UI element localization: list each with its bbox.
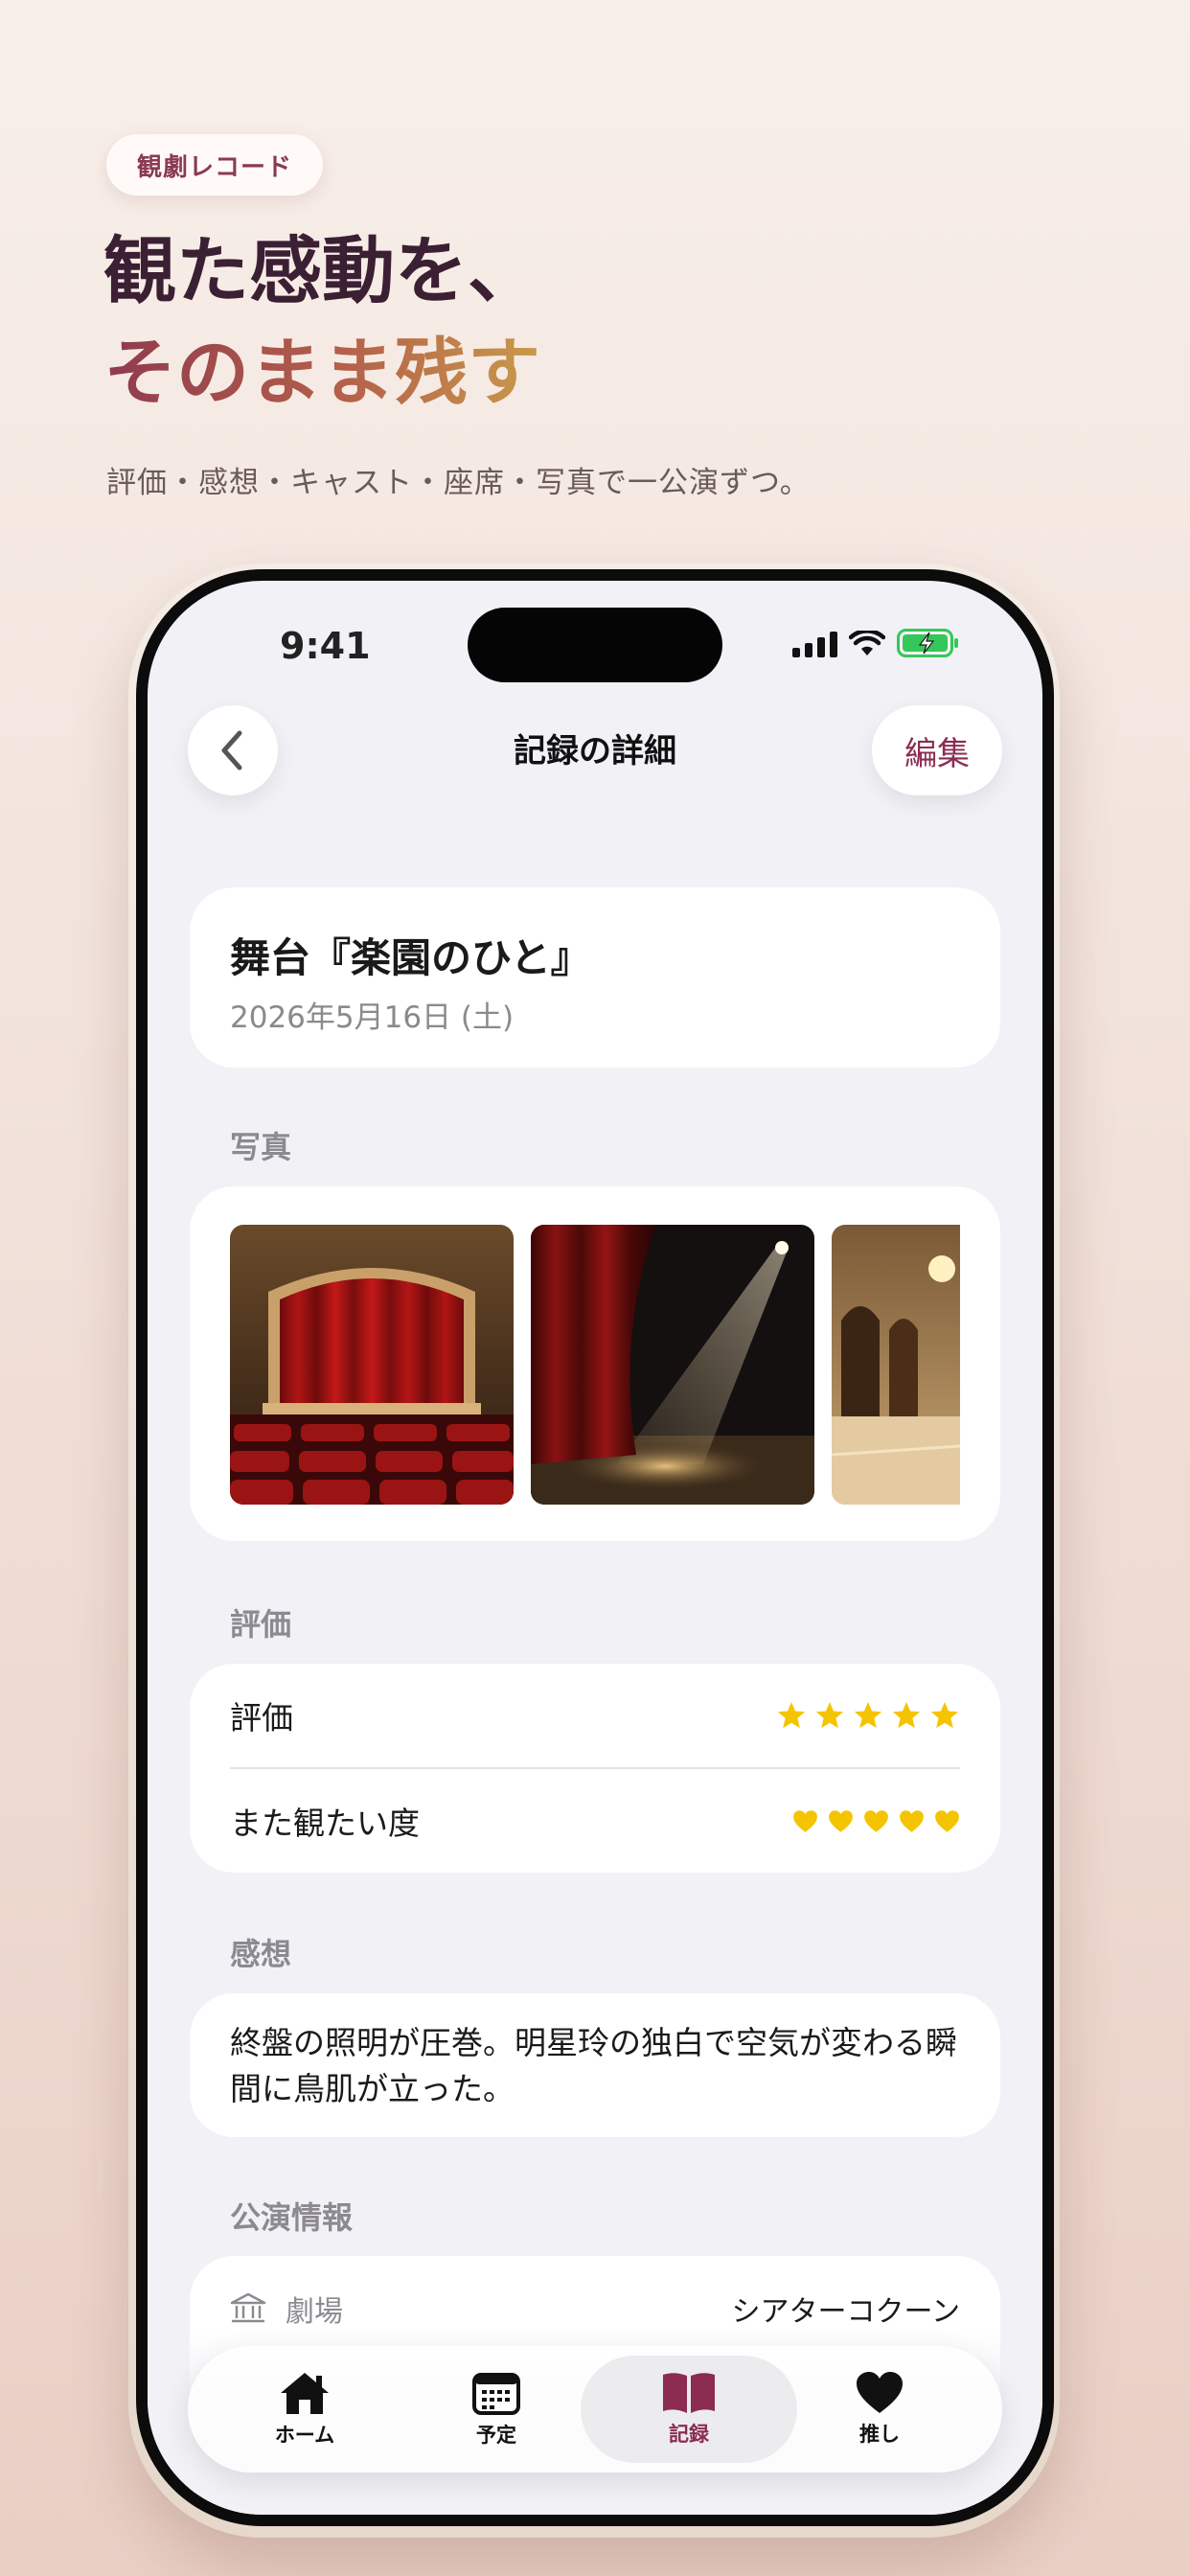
photo-theater-stage[interactable] xyxy=(230,1225,514,1505)
dynamic-island xyxy=(468,608,722,682)
info-section-label: 公演情報 xyxy=(230,2199,354,2236)
photo-carousel[interactable] xyxy=(230,1225,960,1505)
star-icon xyxy=(930,1702,959,1729)
calendar-icon xyxy=(472,2373,520,2415)
tab-bar: ホーム 予定 記録 推し xyxy=(188,2346,1002,2472)
wifi-icon xyxy=(849,631,885,656)
photos-section-label: 写真 xyxy=(230,1129,292,1165)
phone-screen: 9:41 記録の詳細 編集 舞台『楽園のひと』 2026年5月16日 (土) 写… xyxy=(148,581,1042,2515)
cellular-signal-icon xyxy=(792,631,837,657)
show-title-card: 舞台『楽園のひと』 2026年5月16日 (土) xyxy=(190,887,1000,1068)
rating-row: 評価 xyxy=(230,1664,960,1767)
heart-small-icon xyxy=(793,1809,817,1832)
book-icon xyxy=(663,2373,715,2413)
photo-grand-lobby[interactable] xyxy=(832,1225,960,1505)
show-date: 2026年5月16日 (土) xyxy=(230,1000,515,1035)
building-columns-icon xyxy=(230,2292,266,2323)
heart-icon xyxy=(857,2372,903,2413)
headline-line-2: そのまま残す xyxy=(103,322,540,424)
star-icon xyxy=(777,1702,806,1729)
battery-charging-icon xyxy=(897,629,958,657)
house-icon xyxy=(281,2373,329,2414)
impression-card: 終盤の照明が圧巻。明星玲の独白で空気が変わる瞬間に鳥肌が立った。 xyxy=(190,1993,1000,2137)
venue-label: 劇場 xyxy=(286,2295,343,2329)
impression-section-label: 感想 xyxy=(230,1936,292,1972)
impression-text: 終盤の照明が圧巻。明星玲の独白で空気が変わる瞬間に鳥肌が立った。 xyxy=(230,2024,957,2107)
headline-line-1: 観た感動を、 xyxy=(103,228,540,313)
status-time: 9:41 xyxy=(280,625,371,667)
tab-schedule[interactable]: 予定 xyxy=(400,2346,592,2472)
rating-card: 評価 また観たい度 xyxy=(190,1664,1000,1873)
heart-rating[interactable] xyxy=(792,1809,960,1833)
star-rating[interactable] xyxy=(776,1700,960,1731)
star-icon xyxy=(854,1702,882,1729)
heart-small-icon xyxy=(829,1809,853,1832)
show-title: 舞台『楽園のひと』 xyxy=(230,934,591,981)
heart-small-icon xyxy=(864,1809,888,1832)
heart-small-icon xyxy=(935,1809,959,1832)
tab-records[interactable]: 記録 xyxy=(581,2356,797,2463)
tab-home[interactable]: ホーム xyxy=(209,2346,400,2472)
app-badge: 観劇レコード xyxy=(106,134,324,196)
venue-value: シアターコクーン xyxy=(731,2295,961,2329)
star-icon xyxy=(815,1702,844,1729)
headline: 観た感動を、 そのまま残す xyxy=(103,220,540,424)
feature-subline: 評価・感想・キャスト・座席・写真で一公演ずつ。 xyxy=(106,466,811,500)
tab-schedule-label: 予定 xyxy=(476,2424,516,2447)
tab-favorites-label: 推し xyxy=(859,2423,900,2446)
photo-spotlight-stage[interactable] xyxy=(531,1225,814,1505)
rewatch-label: また観たい度 xyxy=(230,1805,420,1842)
edit-button[interactable]: 編集 xyxy=(872,705,1002,795)
photos-card xyxy=(190,1186,1000,1541)
heart-small-icon xyxy=(900,1809,924,1832)
status-icons xyxy=(792,629,960,657)
tab-favorites[interactable]: 推し xyxy=(784,2346,975,2472)
tab-home-label: ホーム xyxy=(274,2424,335,2447)
tab-records-label: 記録 xyxy=(669,2423,709,2446)
rating-label: 評価 xyxy=(230,1699,293,1736)
rewatch-row: また観たい度 xyxy=(230,1769,960,1873)
star-icon xyxy=(892,1702,921,1729)
rating-section-label: 評価 xyxy=(230,1606,292,1643)
